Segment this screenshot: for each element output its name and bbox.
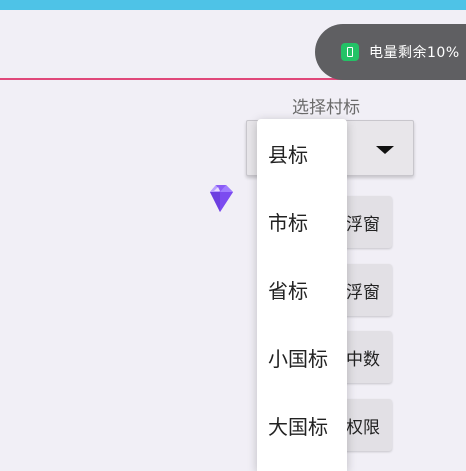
option-large-nation[interactable]: 大国标	[257, 391, 347, 459]
select-village-label: 选择村标	[292, 98, 360, 118]
dropdown-arrow-icon	[376, 146, 394, 154]
option-city[interactable]: 市标	[257, 187, 347, 255]
option-small-nation[interactable]: 小国标	[257, 323, 347, 391]
village-options-dropdown: 县标 市标 省标 小国标 大国标	[257, 119, 347, 471]
battery-icon	[341, 43, 359, 61]
option-province[interactable]: 省标	[257, 255, 347, 323]
diamond-icon	[210, 185, 233, 212]
battery-toast-text: 电量剩余10%	[369, 45, 460, 61]
status-strip	[0, 0, 466, 10]
option-county[interactable]: 县标	[257, 119, 347, 187]
battery-toast: 电量剩余10%	[315, 24, 466, 80]
